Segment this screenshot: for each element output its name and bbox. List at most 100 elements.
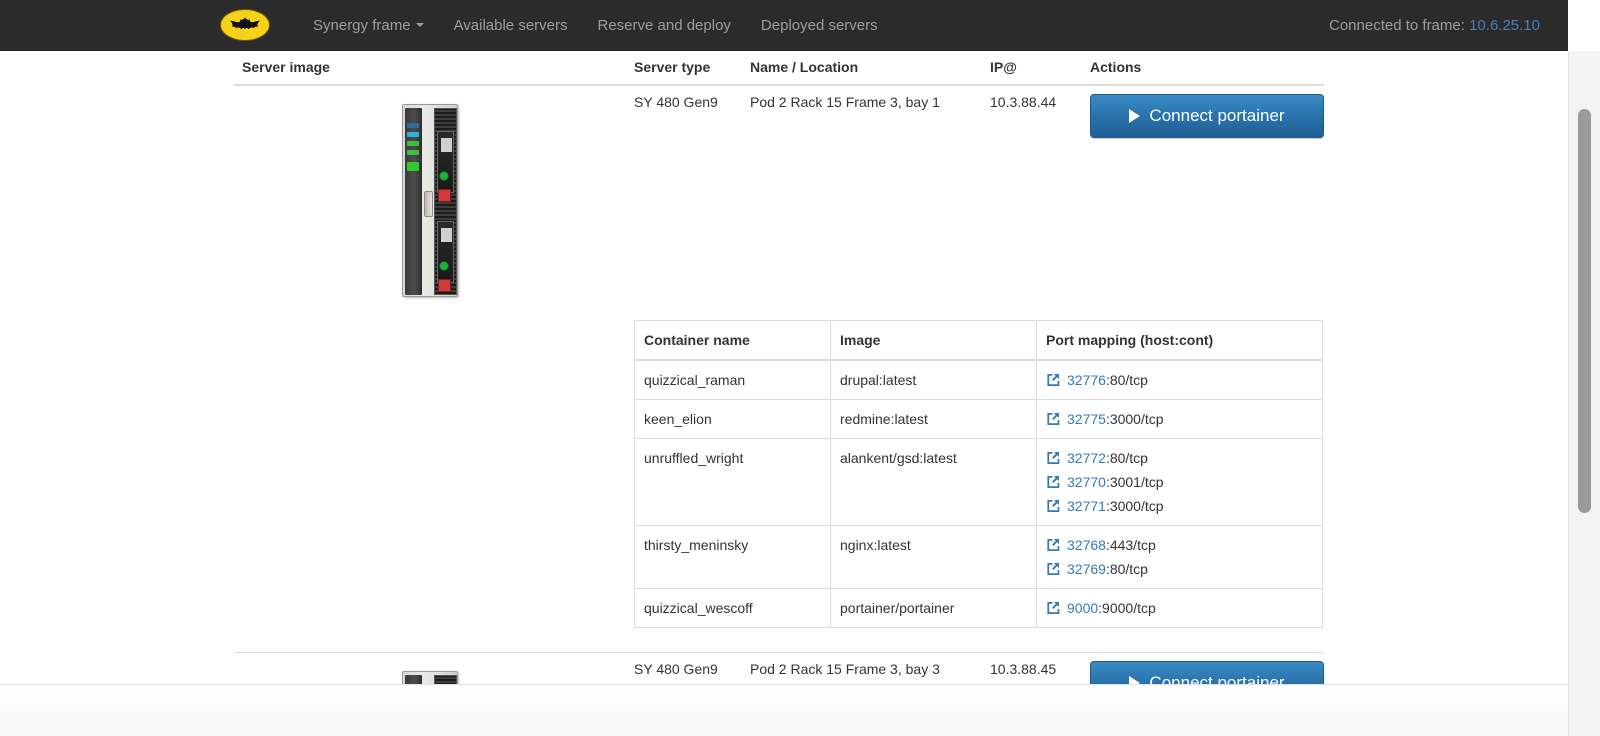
port-mapping-entry: 9000:9000/tcp [1046, 600, 1313, 616]
container-ports-cell: 32775:3000/tcp [1036, 399, 1323, 439]
external-link-icon [1046, 562, 1060, 576]
table-body: SY 480 Gen9 Pod 2 Rack 15 Frame 3, bay 1 1… [234, 85, 1324, 684]
col-header-ip: IP@ [982, 51, 1082, 86]
container-ports-cell: 32772:80/tcp 32770:3001/tcp 32771:3000/tcp [1036, 438, 1323, 526]
deployed-servers-table: Server image Server type Name / Location… [234, 51, 1324, 684]
port-mapping-entry: 32772:80/tcp [1046, 450, 1313, 466]
containers-header-row: Container name Image Port mapping (host:co… [634, 320, 1323, 361]
port-detail: :3001/tcp [1105, 474, 1164, 490]
container-name-cell: unruffled_wright [634, 438, 831, 526]
connect-portainer-label: Connect portainer [1149, 673, 1285, 684]
external-link-icon [1046, 499, 1060, 513]
col-header-server-image: Server image [234, 51, 626, 86]
server-ip-cell: 10.3.88.45 [982, 652, 1082, 684]
external-link-icon [1046, 412, 1060, 426]
nav-item-synergy-frame[interactable]: Synergy frame [298, 0, 439, 51]
main-scroll-area[interactable]: Server image Server type Name / Location… [0, 51, 1568, 684]
col-header-actions: Actions [1082, 51, 1324, 86]
content-container: Server image Server type Name / Location… [234, 51, 1324, 684]
nav-item-available-servers[interactable]: Available servers [439, 0, 583, 51]
blade-vent [434, 675, 457, 684]
server-location-cell: Pod 2 Rack 15 Frame 3, bay 1 [750, 94, 940, 110]
server-image-cell [234, 85, 626, 308]
port-link[interactable]: 32769 [1067, 561, 1106, 577]
container-ports-cell: 9000:9000/tcp [1036, 588, 1323, 628]
col-header-server-type: Server type [626, 51, 742, 86]
nav-item-deployed-servers[interactable]: Deployed servers [746, 0, 893, 51]
server-row: SY 480 Gen9 Pod 2 Rack 15 Frame 3, bay 1 1… [234, 85, 1324, 308]
connect-portainer-button[interactable]: Connect portainer [1090, 94, 1324, 138]
container-image-cell: drupal:latest [830, 359, 1037, 400]
container-name-cell: thirsty_meninsky [634, 525, 831, 589]
port-mapping-entry: 32775:3000/tcp [1046, 411, 1313, 427]
top-navbar: Synergy frame Available servers Reserve … [0, 0, 1568, 51]
nav-item-label: Synergy frame [313, 16, 411, 34]
col-header-container-name: Container name [634, 320, 831, 361]
port-mapping-entry: 32771:3000/tcp [1046, 498, 1313, 514]
container-image-cell: redmine:latest [830, 399, 1037, 439]
port-link[interactable]: 32775 [1067, 411, 1106, 427]
server-type-cell: SY 480 Gen9 [634, 94, 718, 110]
container-row: keen_elion redmine:latest 32775:3000/tcp [634, 399, 1323, 439]
connection-status: Connected to frame: 10.6.25.10 [1329, 17, 1540, 34]
play-icon [1129, 676, 1141, 684]
connect-portainer-button[interactable]: Connect portainer [1090, 661, 1324, 684]
container-row: unruffled_wright alankent/gsd:latest 32772… [634, 438, 1323, 526]
bottom-bar [0, 684, 1568, 736]
container-name-cell: quizzical_wescoff [634, 588, 831, 628]
container-name-cell: keen_elion [634, 399, 831, 439]
server-location-cell: Pod 2 Rack 15 Frame 3, bay 3 [742, 652, 982, 684]
blade-latch [405, 675, 422, 684]
port-detail: :9000/tcp [1098, 600, 1156, 616]
server-actions-cell: Connect portainer [1082, 652, 1324, 684]
port-link[interactable]: 32772 [1067, 450, 1106, 466]
port-detail: :443/tcp [1105, 537, 1156, 553]
port-mapping-entry: 32776:80/tcp [1046, 372, 1313, 388]
vertical-scrollbar[interactable] [1568, 51, 1600, 736]
container-image-cell: nginx:latest [830, 525, 1037, 589]
server-row: SY 480 Gen9 Pod 2 Rack 15 Frame 3, bay 31… [234, 652, 1324, 684]
containers-cell: Container name Image Port mapping (host:co… [626, 308, 1324, 653]
server-type-cell: SY 480 Gen9 [626, 652, 742, 684]
connect-portainer-label: Connect portainer [1149, 106, 1285, 125]
connected-frame-ip[interactable]: 10.6.25.10 [1469, 17, 1540, 34]
container-ports-cell: 32768:443/tcp 32769:80/tcp [1036, 525, 1323, 589]
container-image-cell: portainer/portainer [830, 588, 1037, 628]
port-detail: :3000/tcp [1105, 498, 1164, 514]
server-image-cell [234, 652, 626, 684]
external-link-icon [1046, 601, 1060, 615]
external-link-icon [1046, 451, 1060, 465]
batman-logo-icon [220, 9, 270, 41]
server-actions-cell: Connect portainer [1082, 85, 1324, 308]
external-link-icon [1046, 373, 1060, 387]
container-row: thirsty_meninsky nginx:latest 32768:443/tc… [634, 525, 1323, 589]
containers-table: Container name Image Port mapping (host:co… [634, 320, 1323, 628]
port-link[interactable]: 32776 [1067, 372, 1106, 388]
port-link[interactable]: 9000 [1067, 600, 1098, 616]
port-detail: :3000/tcp [1105, 411, 1164, 427]
container-row: quizzical_wescoff portainer/portainer 9000… [634, 588, 1323, 628]
port-detail: :80/tcp [1105, 450, 1148, 466]
server-blade-image [402, 104, 458, 297]
col-header-name-location: Name / Location [742, 51, 982, 86]
container-name-cell: quizzical_raman [634, 359, 831, 400]
external-link-icon [1046, 475, 1060, 489]
port-link[interactable]: 32771 [1067, 498, 1106, 514]
nav-item-reserve-and-deploy[interactable]: Reserve and deploy [583, 0, 746, 51]
external-link-icon [1046, 538, 1060, 552]
table-head: Server image Server type Name / Location… [234, 51, 1324, 86]
container-row: quizzical_raman drupal:latest 32776:80/tcp [634, 359, 1323, 400]
brand-logo[interactable] [220, 8, 270, 42]
blade-handle [424, 191, 433, 217]
port-link[interactable]: 32768 [1067, 537, 1106, 553]
chevron-down-icon [415, 23, 424, 27]
table-header-row: Server image Server type Name / Location… [234, 51, 1324, 86]
server-blade-image [402, 671, 458, 684]
port-link[interactable]: 32770 [1067, 474, 1106, 490]
port-mapping-entry: 32768:443/tcp [1046, 537, 1313, 553]
vertical-scrollbar-thumb[interactable] [1578, 109, 1591, 513]
server-ip-cell: 10.3.88.44 [990, 94, 1057, 110]
port-mapping-entry: 32770:3001/tcp [1046, 474, 1313, 490]
port-mapping-entry: 32769:80/tcp [1046, 561, 1313, 577]
connection-status-label: Connected to frame: [1329, 16, 1465, 34]
